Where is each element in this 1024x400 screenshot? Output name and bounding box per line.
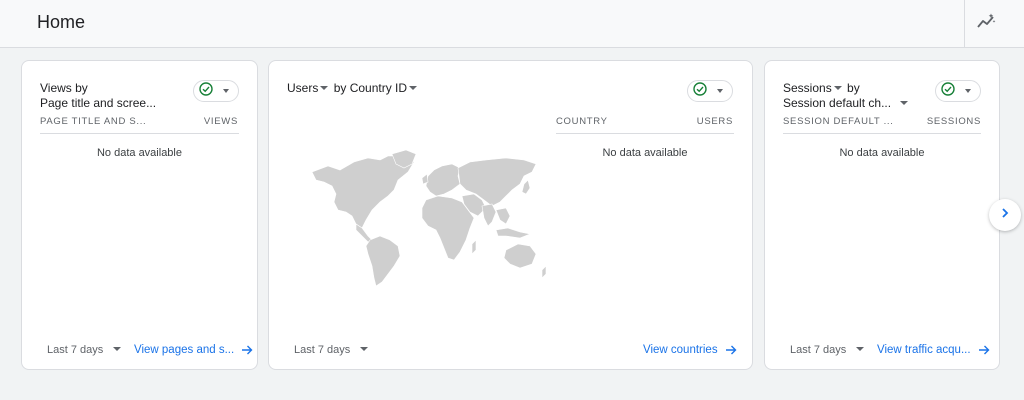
arrow-right-icon (242, 345, 253, 355)
metric-select-label: Users (287, 81, 319, 95)
column-header-metric[interactable]: SESSIONS (927, 116, 981, 127)
sessions-by-channel-card: Sessions by Session default ch... SESSIO… (764, 60, 1000, 370)
status-chip[interactable] (935, 80, 981, 102)
date-range-select[interactable]: Last 7 days (47, 344, 123, 356)
column-header-metric[interactable]: VIEWS (204, 116, 238, 127)
card-title-line2: Page title and scree... (40, 96, 157, 110)
status-chip[interactable] (687, 80, 733, 102)
check-circle-icon (199, 81, 213, 101)
date-range-label: Last 7 days (294, 344, 351, 356)
map-region-south-america (365, 235, 401, 287)
column-header-metric[interactable]: USERS (697, 116, 733, 127)
view-traffic-acquisition-link[interactable]: View traffic acqu... (877, 344, 990, 356)
card-title-line1: Views by (40, 81, 88, 95)
view-countries-link[interactable]: View countries (643, 344, 737, 356)
link-label: View traffic acqu... (877, 344, 971, 356)
date-range-label: Last 7 days (47, 344, 104, 356)
date-range-label: Last 7 days (790, 344, 847, 356)
chevron-down-icon (833, 85, 842, 90)
header-divider (40, 133, 239, 134)
no-data-message: No data available (839, 147, 925, 159)
top-bar: Home (0, 0, 1024, 48)
link-label: View pages and s... (134, 344, 235, 356)
chevron-down-icon (965, 89, 971, 93)
dimension-select-label: by Country ID (333, 81, 408, 95)
chevron-down-icon (900, 100, 909, 105)
chevron-down-icon (223, 89, 229, 93)
chevron-down-icon (717, 89, 723, 93)
world-map (311, 150, 547, 287)
insights-button[interactable] (972, 10, 1000, 38)
map-region-japan (521, 179, 531, 195)
chevron-down-icon (113, 347, 122, 351)
status-chip[interactable] (193, 80, 239, 102)
no-data-message: No data available (96, 147, 182, 159)
map-region-australia (503, 243, 537, 269)
column-header-dimension[interactable]: SESSION DEFAULT ... (783, 116, 894, 127)
map-region-europe (425, 163, 461, 197)
chevron-down-icon (409, 85, 418, 90)
arrow-right-icon (725, 345, 737, 355)
column-header-dimension[interactable]: COUNTRY (556, 116, 608, 127)
metric-select-label: Sessions (783, 81, 832, 95)
card-title[interactable]: Views by Page title and scree... (40, 81, 156, 111)
chevron-down-icon (856, 347, 865, 351)
header-divider (556, 133, 734, 134)
arrow-right-icon (978, 345, 990, 355)
card-title[interactable]: Users by Country ID (287, 81, 419, 96)
view-pages-link[interactable]: View pages and s... (134, 344, 253, 356)
check-circle-icon (693, 81, 707, 101)
map-region-uk (421, 173, 429, 185)
link-label: View countries (643, 344, 718, 356)
map-region-north-america (311, 155, 415, 229)
check-circle-icon (941, 81, 955, 101)
chevron-down-icon (320, 85, 329, 90)
date-range-select[interactable]: Last 7 days (790, 344, 866, 356)
column-header-dimension[interactable]: PAGE TITLE AND S... (40, 116, 146, 127)
card-title[interactable]: Sessions by Session default ch... (783, 81, 910, 111)
map-region-central-america (355, 223, 373, 243)
insights-icon (976, 12, 996, 37)
map-region-southeast-asia (495, 207, 511, 225)
map-region-indonesia (495, 227, 532, 239)
no-data-message: No data available (602, 147, 688, 159)
chevron-down-icon (360, 347, 369, 351)
page-title: Home (37, 12, 86, 32)
card-title-by: by (847, 81, 860, 95)
chevron-right-icon (999, 206, 1011, 224)
map-region-new-zealand (541, 265, 547, 279)
map-region-india (481, 203, 497, 227)
topbar-divider (964, 0, 965, 48)
next-cards-button[interactable] (989, 199, 1021, 231)
date-range-select[interactable]: Last 7 days (294, 344, 370, 356)
map-region-madagascar (471, 239, 477, 255)
header-divider (783, 133, 981, 134)
dimension-select-label: Session default ch... (783, 96, 892, 110)
views-by-page-title-card: Views by Page title and scree... PAGE TI… (21, 60, 258, 370)
